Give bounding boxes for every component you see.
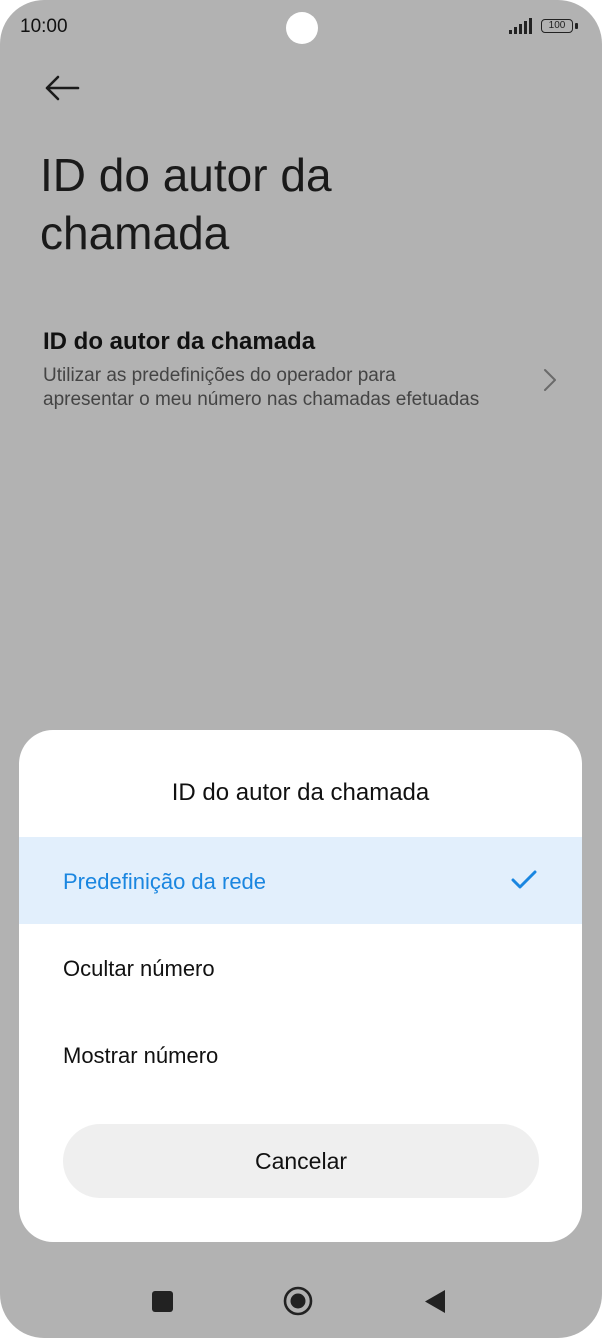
- caller-id-setting-row[interactable]: ID do autor da chamada Utilizar as prede…: [0, 320, 602, 450]
- status-time: 10:00: [20, 16, 68, 37]
- phone-screen: 10:00 100 ID do autor da chamada ID do a…: [0, 0, 602, 1338]
- option-label: Mostrar número: [63, 1043, 219, 1068]
- option-show-number[interactable]: Mostrar número: [19, 1011, 582, 1098]
- setting-subtitle: Utilizar as predefinições do operador pa…: [43, 365, 480, 410]
- nav-back-icon[interactable]: [424, 1289, 446, 1314]
- battery-tip: [575, 23, 578, 29]
- back-arrow-icon[interactable]: [44, 72, 80, 104]
- page-title: ID do autor da chamada: [40, 149, 332, 259]
- option-hide-number[interactable]: Ocultar número: [19, 924, 582, 1011]
- caller-id-dialog: ID do autor da chamada Predefinição da r…: [19, 730, 582, 1242]
- setting-title: ID do autor da chamada: [43, 328, 316, 355]
- battery-icon: 100: [541, 19, 573, 33]
- home-icon[interactable]: [283, 1286, 313, 1316]
- camera-cutout: [286, 12, 318, 44]
- option-label: Predefinição da rede: [63, 869, 267, 894]
- option-label: Ocultar número: [63, 956, 215, 981]
- dialog-title: ID do autor da chamada: [171, 779, 430, 806]
- chevron-right-icon: [544, 369, 556, 391]
- option-network-default[interactable]: Predefinição da rede: [19, 837, 582, 924]
- cancel-button[interactable]: Cancelar: [63, 1124, 539, 1198]
- recent-apps-icon[interactable]: [152, 1291, 173, 1312]
- check-icon: [511, 870, 537, 889]
- signal-icon: [509, 18, 532, 34]
